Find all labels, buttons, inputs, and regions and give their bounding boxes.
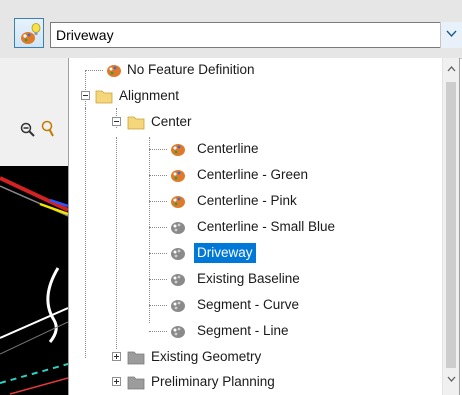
tree-item-label: Centerline - Small Blue: [197, 219, 336, 234]
feature-palette-icon: [171, 196, 185, 208]
tree-item-label: Segment - Line: [197, 323, 289, 338]
tree-item-preliminary-planning[interactable]: Preliminary Planning: [69, 370, 439, 394]
tree-item-label: Alignment: [119, 88, 180, 103]
feature-definition-toggle-button[interactable]: [14, 18, 44, 48]
tree-item-label: Preliminary Planning: [151, 374, 275, 389]
tree-item-driveway[interactable]: Driveway: [69, 241, 439, 265]
chevron-down-icon: [446, 30, 457, 38]
combo-dropdown-button[interactable]: [440, 22, 462, 48]
scroll-up-arrow-icon[interactable]: [447, 66, 456, 72]
tree-item-label: Centerline - Pink: [197, 193, 297, 208]
expand-icon[interactable]: [112, 377, 121, 386]
feature-palette-gray-icon: [171, 274, 185, 286]
dropdown-scrollbar[interactable]: [442, 58, 459, 395]
scroll-down-arrow-icon[interactable]: [447, 376, 456, 382]
tree-item-label: Center: [151, 114, 192, 129]
expand-icon[interactable]: [112, 352, 121, 361]
feature-palette-gray-icon: [171, 326, 185, 338]
tree-item-label: Centerline: [197, 141, 259, 156]
tree-item-label: Driveway: [194, 243, 256, 263]
tree-item-existing-geometry[interactable]: Existing Geometry: [69, 345, 439, 369]
folder-gray-icon: [127, 376, 145, 390]
tree-item-centerline[interactable]: Centerline: [69, 137, 439, 161]
tree-item-centerline-pink[interactable]: Centerline - Pink: [69, 189, 439, 213]
feature-palette-gray-icon: [171, 222, 185, 234]
cad-drawing: [0, 166, 68, 395]
folder-gray-icon: [127, 351, 145, 365]
tree-item-label: No Feature Definition: [127, 62, 255, 77]
tree-item-label: Existing Baseline: [197, 271, 300, 286]
feature-palette-gray-icon: [171, 300, 185, 312]
scrollbar-thumb[interactable]: [446, 82, 456, 368]
folder-icon: [95, 90, 113, 104]
tree-item-label: Existing Geometry: [151, 349, 262, 364]
tree-item-existing-baseline[interactable]: Existing Baseline: [69, 267, 439, 291]
tree-item-centerline-small-blue[interactable]: Centerline - Small Blue: [69, 215, 439, 239]
palette-lightbulb-icon: [21, 23, 41, 44]
feature-palette-icon: [171, 170, 185, 182]
feature-palette-gray-icon: [171, 248, 185, 260]
folder-icon: [127, 116, 145, 130]
tree-item-label: Segment - Curve: [197, 297, 300, 312]
tree-item-centerline-green[interactable]: Centerline - Green: [69, 163, 439, 187]
combo-selected-value: Driveway: [56, 27, 114, 43]
tree-item-center[interactable]: Center: [69, 110, 439, 134]
feature-palette-icon: [171, 144, 185, 156]
tree-item-segment-line[interactable]: Segment - Line: [69, 319, 439, 343]
tree-item-alignment[interactable]: Alignment: [69, 84, 439, 108]
collapse-icon[interactable]: [81, 91, 90, 100]
collapse-icon[interactable]: [112, 117, 121, 126]
toolbar: Driveway: [0, 0, 462, 59]
cad-viewport[interactable]: [0, 58, 68, 395]
tree-item-label: Centerline - Green: [197, 167, 309, 182]
feature-definition-combo[interactable]: Driveway: [50, 22, 462, 48]
tree-item-segment-curve[interactable]: Segment - Curve: [69, 293, 439, 317]
feature-palette-icon: [107, 65, 121, 77]
feature-definition-dropdown: No Feature Definition Alignment Center C…: [68, 58, 460, 395]
tree-item-no-feature-definition[interactable]: No Feature Definition: [69, 58, 439, 82]
